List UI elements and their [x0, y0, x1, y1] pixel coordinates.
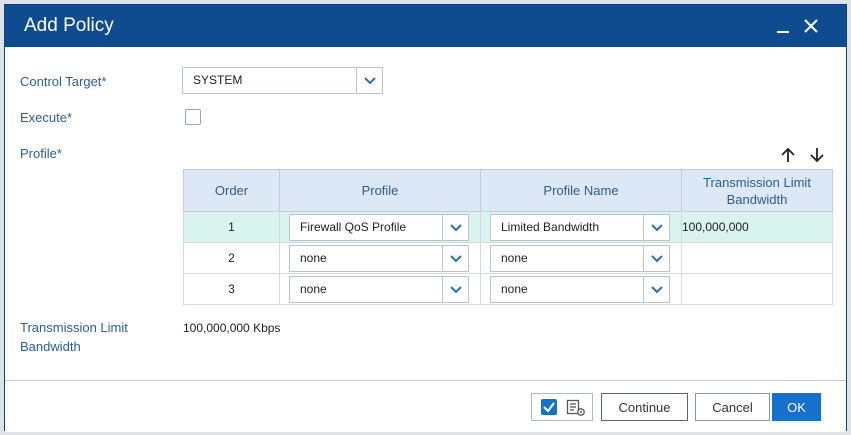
profile-name-cell: Limited Bandwidth	[480, 211, 682, 243]
column-header-bandwidth: Transmission Limit Bandwidth	[681, 169, 833, 212]
profile-value: none	[300, 251, 327, 265]
transmission-limit-label: Transmission Limit Bandwidth	[20, 318, 128, 356]
chevron-down-icon[interactable]	[356, 68, 382, 93]
chevron-down-icon[interactable]	[442, 246, 468, 271]
profile-name-cell: none	[480, 242, 682, 274]
profile-cell: Firewall QoS Profile	[279, 211, 481, 243]
dialog-footer: Continue Cancel OK	[5, 380, 846, 432]
control-target-select[interactable]: SYSTEM	[182, 67, 383, 94]
transmission-limit-label-line2: Bandwidth	[20, 339, 81, 354]
profile-name-value: none	[501, 282, 528, 296]
arrow-down-icon[interactable]	[808, 146, 826, 164]
table-row[interactable]: 2 none none	[183, 242, 833, 274]
profile-select[interactable]: none	[289, 245, 469, 272]
continue-button[interactable]: Continue	[601, 393, 688, 421]
minimize-icon[interactable]	[770, 13, 796, 39]
row-bandwidth	[681, 242, 833, 274]
table-row[interactable]: 3 none none	[183, 273, 833, 305]
transmission-limit-label-line1: Transmission Limit	[20, 320, 128, 335]
list-settings-icon[interactable]	[566, 399, 586, 420]
profile-name-value: Limited Bandwidth	[501, 220, 600, 234]
row-order: 1	[183, 211, 280, 243]
execute-checkbox[interactable]	[185, 109, 201, 125]
row-order: 2	[183, 242, 280, 274]
ok-button[interactable]: OK	[772, 393, 821, 421]
transmission-limit-value: 100,000,000 Kbps	[183, 321, 281, 335]
profile-cell: none	[279, 242, 481, 274]
cancel-button[interactable]: Cancel	[695, 393, 770, 421]
options-toolbar	[531, 393, 593, 421]
column-header-profile: Profile	[279, 169, 481, 212]
profile-select[interactable]: Firewall QoS Profile	[289, 214, 469, 241]
profile-name-select[interactable]: Limited Bandwidth	[490, 214, 670, 241]
check-icon[interactable]	[541, 399, 557, 415]
control-target-label: Control Target*	[20, 74, 107, 89]
profile-name-select[interactable]: none	[490, 276, 670, 303]
close-icon[interactable]	[798, 13, 824, 39]
profile-cell: none	[279, 273, 481, 305]
column-header-profile-name: Profile Name	[480, 169, 682, 212]
control-target-value: SYSTEM	[193, 73, 243, 87]
title-bar: Add Policy	[5, 5, 846, 47]
execute-label: Execute*	[20, 110, 73, 125]
chevron-down-icon[interactable]	[643, 246, 669, 271]
profile-value: Firewall QoS Profile	[300, 220, 407, 234]
chevron-down-icon[interactable]	[442, 277, 468, 302]
profile-select[interactable]: none	[289, 276, 469, 303]
profile-name-cell: none	[480, 273, 682, 305]
arrow-up-icon[interactable]	[779, 146, 797, 164]
add-policy-dialog: Add Policy Control Target* SYSTEM Execut…	[4, 4, 847, 432]
profile-label: Profile*	[20, 146, 62, 161]
row-bandwidth	[681, 273, 833, 305]
profile-name-select[interactable]: none	[490, 245, 670, 272]
chevron-down-icon[interactable]	[643, 215, 669, 240]
row-bandwidth: 100,000,000	[681, 211, 833, 243]
chevron-down-icon[interactable]	[643, 277, 669, 302]
chevron-down-icon[interactable]	[442, 215, 468, 240]
profile-name-value: none	[501, 251, 528, 265]
table-header-row: Order Profile Profile Name Transmission …	[183, 169, 833, 212]
profile-value: none	[300, 282, 327, 296]
table-row[interactable]: 1 Firewall QoS Profile Limited Bandwidth…	[183, 211, 833, 243]
dialog-title: Add Policy	[24, 15, 114, 36]
column-header-order: Order	[183, 169, 280, 212]
row-order: 3	[183, 273, 280, 305]
profile-table: Order Profile Profile Name Transmission …	[183, 169, 833, 305]
